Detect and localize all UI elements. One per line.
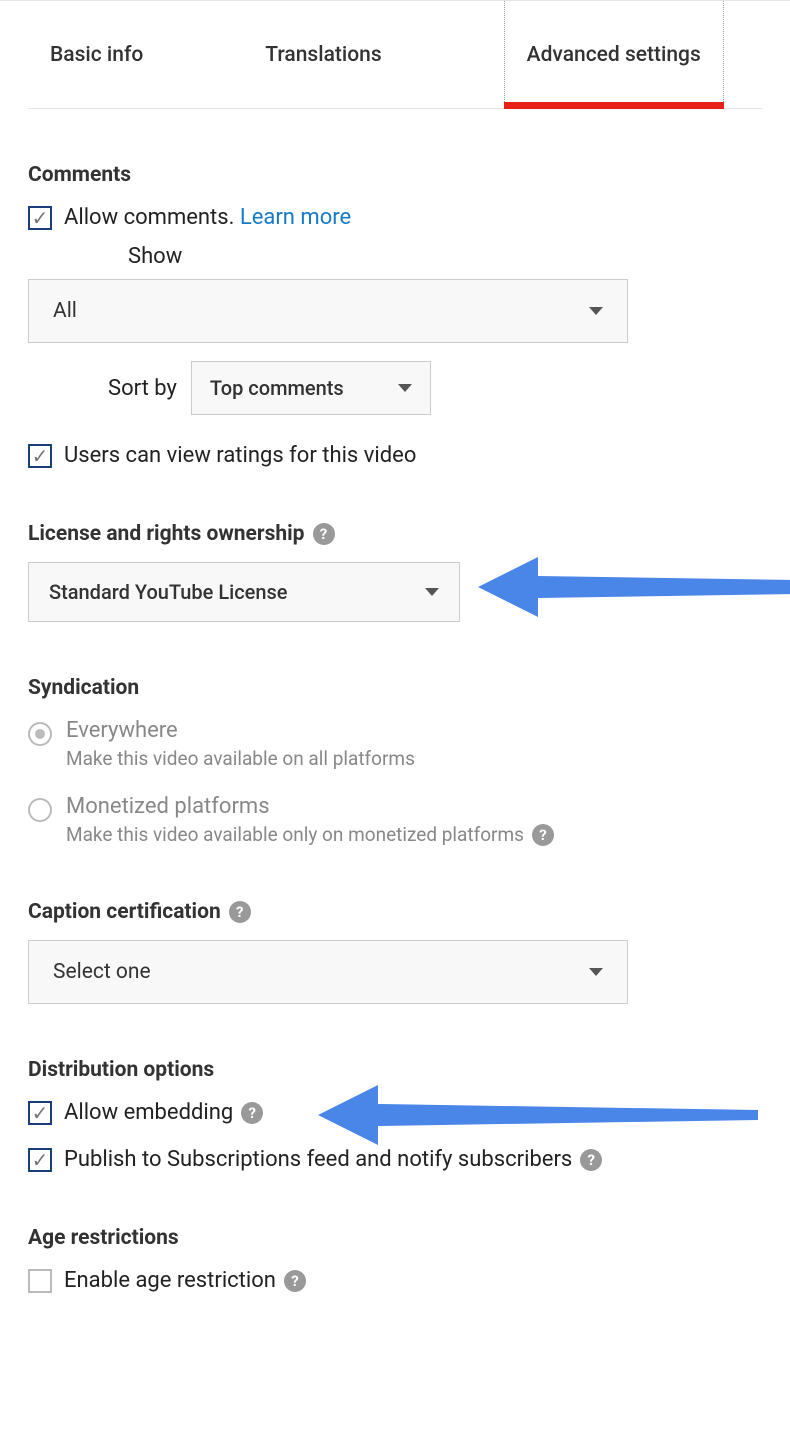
help-icon[interactable]: ? xyxy=(284,1270,306,1292)
caption-heading: Caption certification xyxy=(28,900,221,924)
sort-by-label: Sort by xyxy=(108,376,177,401)
license-heading: License and rights ownership xyxy=(28,522,305,546)
help-icon[interactable]: ? xyxy=(229,901,251,923)
view-ratings-checkbox[interactable]: ✓ xyxy=(28,444,52,468)
section-comments: Comments ✓ Allow comments. Learn more Sh… xyxy=(28,163,762,468)
show-label: Show xyxy=(128,244,762,269)
annotation-arrow-icon xyxy=(478,552,790,622)
license-select[interactable]: Standard YouTube License xyxy=(28,562,460,622)
section-license: License and rights ownership ? Standard … xyxy=(28,522,762,622)
show-select-value: All xyxy=(53,299,77,323)
check-icon: ✓ xyxy=(32,208,49,228)
syndication-heading: Syndication xyxy=(28,676,762,700)
help-icon[interactable]: ? xyxy=(532,824,554,846)
show-select[interactable]: All xyxy=(28,279,628,343)
age-restriction-label: Enable age restriction xyxy=(64,1268,276,1293)
comments-heading: Comments xyxy=(28,163,762,187)
syndication-monetized-label: Monetized platforms xyxy=(66,794,554,819)
learn-more-link[interactable]: Learn more xyxy=(240,205,351,230)
syndication-monetized-radio[interactable] xyxy=(28,798,52,822)
publish-feed-checkbox[interactable]: ✓ xyxy=(28,1148,52,1172)
sort-by-select[interactable]: Top comments xyxy=(191,361,431,415)
tabs: Basic info Translations Advanced setting… xyxy=(28,1,762,109)
section-syndication: Syndication Everywhere Make this video a… xyxy=(28,676,762,846)
allow-comments-label: Allow comments. Learn more xyxy=(64,205,351,230)
chevron-down-icon xyxy=(589,968,603,976)
syndication-monetized-desc: Make this video available only on moneti… xyxy=(66,823,524,846)
publish-feed-label: Publish to Subscriptions feed and notify… xyxy=(64,1147,572,1172)
license-value: Standard YouTube License xyxy=(49,580,288,604)
caption-value: Select one xyxy=(53,960,151,984)
chevron-down-icon xyxy=(425,588,439,596)
help-icon[interactable]: ? xyxy=(241,1102,263,1124)
chevron-down-icon xyxy=(398,384,412,392)
sort-by-value: Top comments xyxy=(210,376,344,400)
chevron-down-icon xyxy=(589,307,603,315)
tab-advanced-label: Advanced settings xyxy=(527,43,701,67)
check-icon: ✓ xyxy=(32,446,49,466)
section-age: Age restrictions Enable age restriction … xyxy=(28,1226,762,1293)
distribution-heading: Distribution options xyxy=(28,1058,762,1082)
help-icon[interactable]: ? xyxy=(580,1149,602,1171)
check-icon: ✓ xyxy=(32,1103,49,1123)
age-heading: Age restrictions xyxy=(28,1226,762,1250)
section-caption: Caption certification ? Select one xyxy=(28,900,762,1004)
allow-comments-checkbox[interactable]: ✓ xyxy=(28,206,52,230)
allow-embedding-checkbox[interactable]: ✓ xyxy=(28,1101,52,1125)
syndication-everywhere-desc: Make this video available on all platfor… xyxy=(66,747,415,770)
section-distribution: Distribution options ✓ Allow embedding ?… xyxy=(28,1058,762,1172)
tab-translations[interactable]: Translations xyxy=(243,1,403,108)
check-icon: ✓ xyxy=(32,1150,49,1170)
syndication-everywhere-label: Everywhere xyxy=(66,718,415,743)
age-restriction-checkbox[interactable] xyxy=(28,1269,52,1293)
caption-select[interactable]: Select one xyxy=(28,940,628,1004)
syndication-everywhere-radio[interactable] xyxy=(28,722,52,746)
tab-basic-info[interactable]: Basic info xyxy=(28,1,165,108)
help-icon[interactable]: ? xyxy=(313,523,335,545)
view-ratings-label: Users can view ratings for this video xyxy=(64,443,416,468)
active-tab-underline xyxy=(504,102,724,109)
allow-embedding-label: Allow embedding xyxy=(64,1100,233,1125)
tab-advanced-settings[interactable]: Advanced settings xyxy=(504,1,724,108)
radio-dot-icon xyxy=(35,729,45,739)
